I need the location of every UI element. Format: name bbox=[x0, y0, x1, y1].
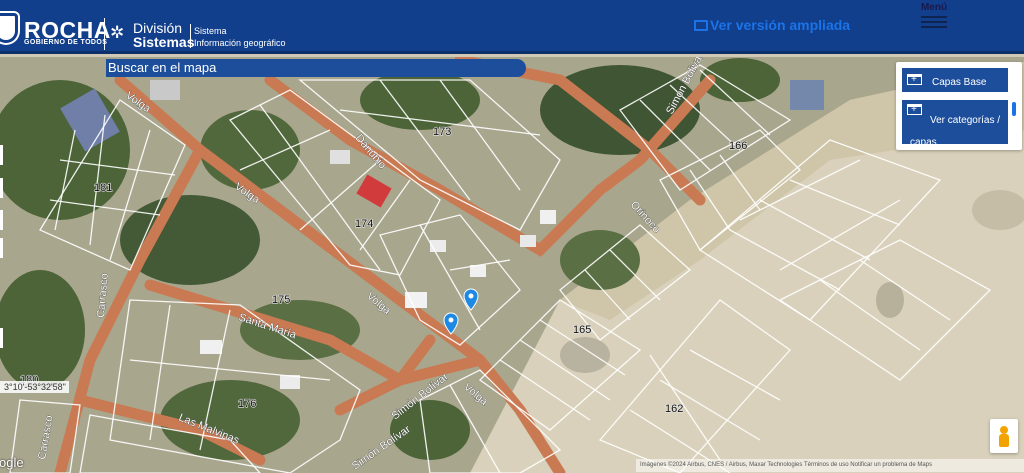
header-divider bbox=[104, 18, 105, 50]
system-description: Información geográfico bbox=[194, 38, 286, 48]
system-label: Sistema bbox=[194, 26, 227, 36]
sand-patch bbox=[876, 282, 904, 318]
ampliada-label: Ver versión ampliada bbox=[710, 17, 851, 33]
hamburger-bar-icon bbox=[921, 26, 947, 28]
house bbox=[200, 340, 222, 354]
map-control-edge[interactable] bbox=[0, 238, 3, 258]
marker-dot-icon bbox=[468, 293, 474, 299]
header-divider-2 bbox=[190, 24, 191, 48]
hamburger-bar-icon bbox=[921, 21, 947, 23]
layers-panel: Capas Base Ver categorías / capas bbox=[896, 62, 1022, 150]
pegman-head-icon bbox=[1000, 426, 1008, 434]
division-label: División bbox=[133, 20, 183, 36]
block-label: 174 bbox=[355, 218, 373, 230]
block-label: 181 bbox=[94, 182, 112, 194]
map-attribution: Imágenes ©2024 Airbus, CNES / Airbus, Ma… bbox=[636, 459, 1024, 472]
rocha-shield-logo bbox=[0, 13, 18, 43]
ver-categorias-label: Ver categorías / capas bbox=[910, 115, 1001, 148]
street-view-pegman-button[interactable] bbox=[990, 419, 1018, 453]
search-map-input[interactable]: Buscar en el mapa bbox=[106, 59, 526, 77]
coordinates-readout: 3°10'-53°32'58" bbox=[0, 381, 69, 393]
panel-scrollbar[interactable] bbox=[1012, 102, 1016, 116]
sistemas-label: Sistemas bbox=[133, 34, 195, 50]
house bbox=[520, 235, 536, 247]
map-control-edge[interactable] bbox=[0, 145, 3, 165]
block-label: 162 bbox=[665, 403, 683, 415]
vegetation-patch bbox=[360, 70, 480, 130]
menu-label: Menú bbox=[920, 2, 948, 13]
brand-subtitle: GOBIERNO DE TODOS bbox=[24, 39, 108, 46]
block-label: 173 bbox=[433, 126, 451, 138]
marker-dot-icon bbox=[448, 317, 454, 323]
map-canvas[interactable]: Volga Danubio Volga Santa María Carrasco… bbox=[0, 57, 1024, 473]
hamburger-bar-icon bbox=[921, 16, 947, 18]
layers-icon bbox=[907, 74, 922, 85]
capas-base-label: Capas Base bbox=[932, 77, 987, 88]
house bbox=[330, 150, 350, 164]
ver-version-ampliada-link[interactable]: Ver versión ampliada bbox=[694, 17, 850, 33]
block-label: 175 bbox=[272, 294, 290, 306]
menu-button[interactable]: Menú bbox=[916, 3, 952, 28]
pegman-body-icon bbox=[999, 434, 1009, 447]
capas-base-button[interactable]: Capas Base bbox=[902, 68, 1008, 92]
house bbox=[790, 80, 824, 110]
monitor-icon bbox=[694, 19, 708, 31]
map-control-edge[interactable] bbox=[0, 210, 3, 230]
map-control-edge[interactable] bbox=[0, 178, 3, 198]
block-label: 165 bbox=[573, 324, 591, 336]
gear-icon: ✲ bbox=[110, 23, 125, 42]
block-label: 176 bbox=[238, 398, 256, 410]
vegetation-patch bbox=[120, 195, 260, 285]
satellite-map[interactable]: Volga Danubio Volga Santa María Carrasco… bbox=[0, 57, 1024, 473]
block-label: 166 bbox=[729, 140, 747, 152]
google-logo: ogle bbox=[0, 455, 24, 470]
map-control-edge[interactable] bbox=[0, 328, 3, 348]
ver-categorias-button[interactable]: Ver categorías / capas bbox=[902, 100, 1008, 148]
header-bar: ROCHA GOBIERNO DE TODOS ✲ División Siste… bbox=[0, 0, 1024, 54]
house bbox=[540, 210, 556, 224]
house bbox=[150, 80, 180, 100]
sand-patch bbox=[560, 337, 610, 373]
